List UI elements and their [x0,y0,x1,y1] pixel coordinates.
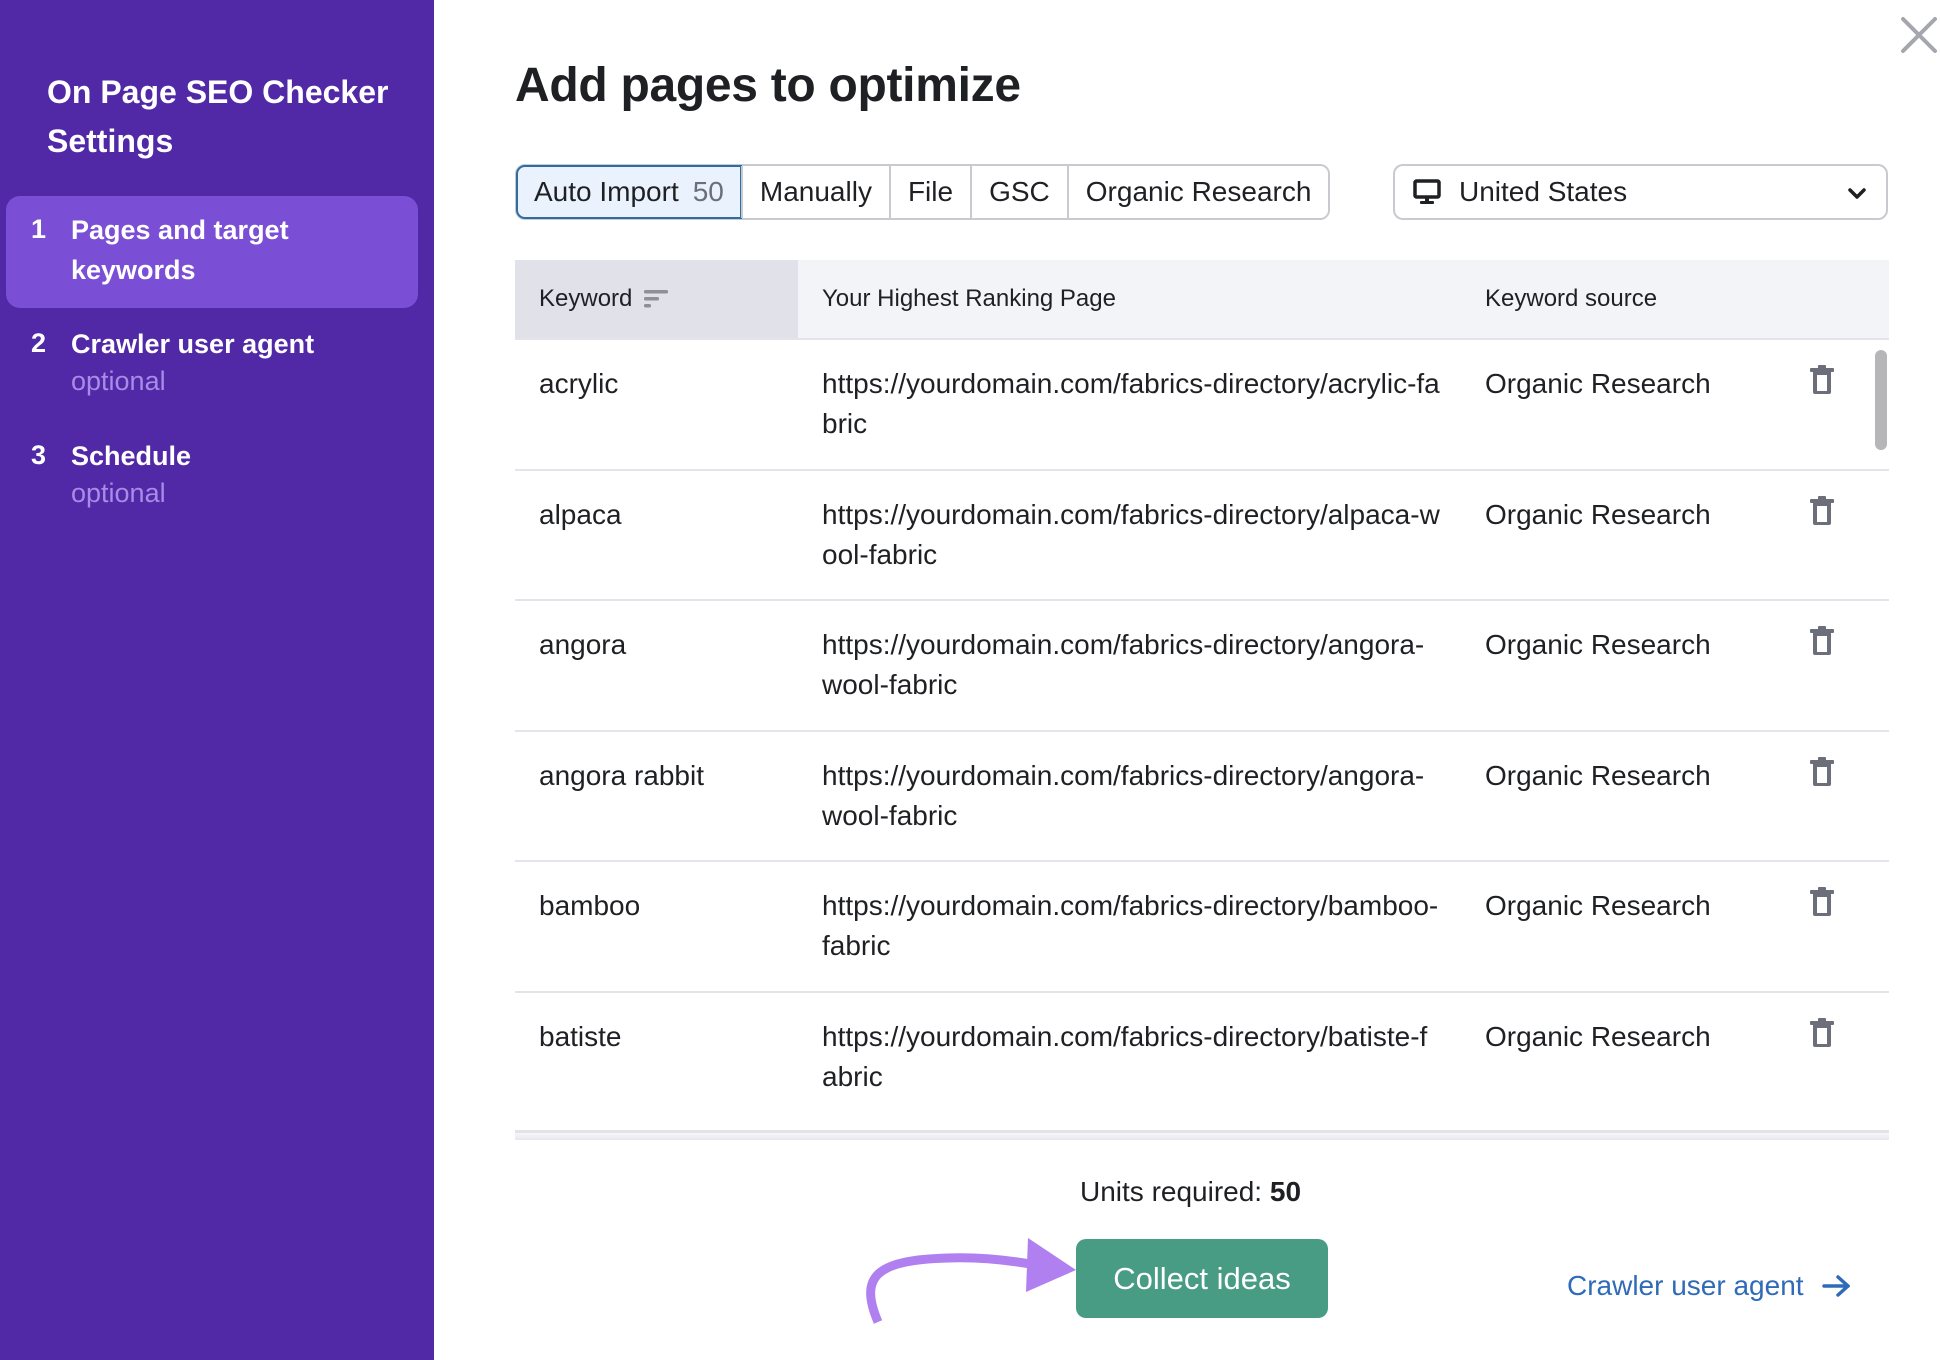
location-selected-value: United States [1459,176,1628,207]
desktop-icon [1413,179,1441,204]
keyword-cell: bamboo [539,890,641,921]
keyword-cell: acrylic [539,368,619,399]
tab-label: GSC [989,176,1050,207]
keyword-cell: angora [539,629,627,660]
trash-icon[interactable] [1809,365,1835,395]
table-row: acrylic https://yourdomain.com/fabrics-d… [515,340,1889,471]
ranking-page-cell: https://yourdomain.com/fabrics-directory… [822,498,1440,570]
tab-label: File [907,176,954,207]
table-header: Keyword Your Highest Ranking Page Keywor… [515,260,1889,340]
keyword-source-cell: Organic Research [1485,1020,1711,1052]
close-icon [1901,17,1937,53]
keyword-source-cell: Organic Research [1485,629,1711,660]
table-row: angora rabbit https://yourdomain.com/fab… [515,732,1889,862]
column-header-keyword[interactable]: Keyword [515,260,798,338]
step-number: 3 [31,440,47,470]
sidebar-step-schedule[interactable]: 3 Schedule optional [6,432,418,522]
keywords-table: Keyword Your Highest Ranking Page Keywor… [515,260,1889,1140]
chevron-down-icon [1848,188,1866,199]
units-required-value: 50 [1269,1176,1302,1207]
trash-icon[interactable] [1809,495,1835,526]
step-label: Pages and target keywords [71,215,289,285]
keyword-cell: angora rabbit [539,759,705,791]
keyword-source-cell: Organic Research [1485,890,1711,921]
collect-ideas-button[interactable]: Collect ideas [1076,1239,1328,1318]
step-optional-label: optional [71,478,166,508]
tab-organic-research[interactable]: Organic Research [1066,166,1329,218]
column-header-label: Keyword [539,285,633,312]
tab-auto-import[interactable]: Auto Import 50 [516,165,742,219]
units-required-label: Units required: [1080,1176,1263,1207]
keyword-source-cell: Organic Research [1485,498,1711,530]
keyword-cell: batiste [539,1020,622,1052]
tab-manually[interactable]: Manually [740,166,889,218]
keyword-source-cell: Organic Research [1485,759,1711,791]
trash-icon[interactable] [1809,626,1835,656]
ranking-page-cell: https://yourdomain.com/fabrics-directory… [822,890,1439,961]
table-bottom-edge [515,1130,1889,1140]
keyword-source-cell: Organic Research [1485,368,1711,399]
table-row: bamboo https://yourdomain.com/fabrics-di… [515,862,1889,993]
tab-file[interactable]: File [888,166,971,218]
location-device-dropdown[interactable]: United States [1393,164,1888,220]
table-row: alpaca https://yourdomain.com/fabrics-di… [515,471,1889,601]
sidebar-title: On Page SEO Checker Settings [47,74,389,159]
tab-count-badge: 50 [692,176,724,207]
step-label: Crawler user agent [71,329,315,359]
step-number: 2 [31,328,47,358]
ranking-page-cell: https://yourdomain.com/fabrics-directory… [822,629,1425,700]
arrow-right-icon [1821,1275,1850,1297]
annotation-arrow-icon [866,1238,1076,1324]
tab-gsc[interactable]: GSC [970,166,1067,218]
step-label: Schedule [71,441,192,471]
ranking-page-cell: https://yourdomain.com/fabrics-directory… [822,759,1425,831]
page-title: Add pages to optimize [515,59,1021,112]
close-button[interactable] [1898,14,1940,56]
ranking-page-cell: https://yourdomain.com/fabrics-directory… [822,1020,1428,1092]
trash-icon[interactable] [1809,887,1835,917]
tab-label: Organic Research [1085,176,1312,207]
ranking-page-cell: https://yourdomain.com/fabrics-directory… [822,368,1440,439]
tab-label: Auto Import [534,176,679,207]
tab-label: Manually [759,176,872,207]
units-required: Units required: 50 [1080,1176,1301,1208]
link-label: Crawler user agent [1567,1270,1804,1301]
table-body: acrylic https://yourdomain.com/fabrics-d… [515,340,1889,1130]
table-row: angora https://yourdomain.com/fabrics-di… [515,601,1889,732]
table-row: batiste https://yourdomain.com/fabrics-d… [515,993,1889,1124]
sidebar-step-crawler-user-agent[interactable]: 2 Crawler user agent optional [6,320,418,410]
import-method-tabs: Auto Import 50 Manually File GSC Organic… [515,164,1331,220]
sidebar-step-pages-keywords[interactable]: 1 Pages and target keywords [6,196,418,308]
sidebar: On Page SEO Checker Settings 1 Pages and… [0,0,434,1360]
keyword-cell: alpaca [539,498,622,530]
step-number: 1 [31,214,47,244]
next-step-crawler-user-agent-link[interactable]: Crawler user agent [1567,1270,1852,1302]
column-header-ranking-page: Your Highest Ranking Page [822,285,1116,312]
trash-icon[interactable] [1809,1017,1835,1048]
step-optional-label: optional [71,366,166,396]
trash-icon[interactable] [1809,756,1835,787]
column-header-keyword-source: Keyword source [1485,285,1658,312]
sort-icon[interactable] [644,288,669,310]
